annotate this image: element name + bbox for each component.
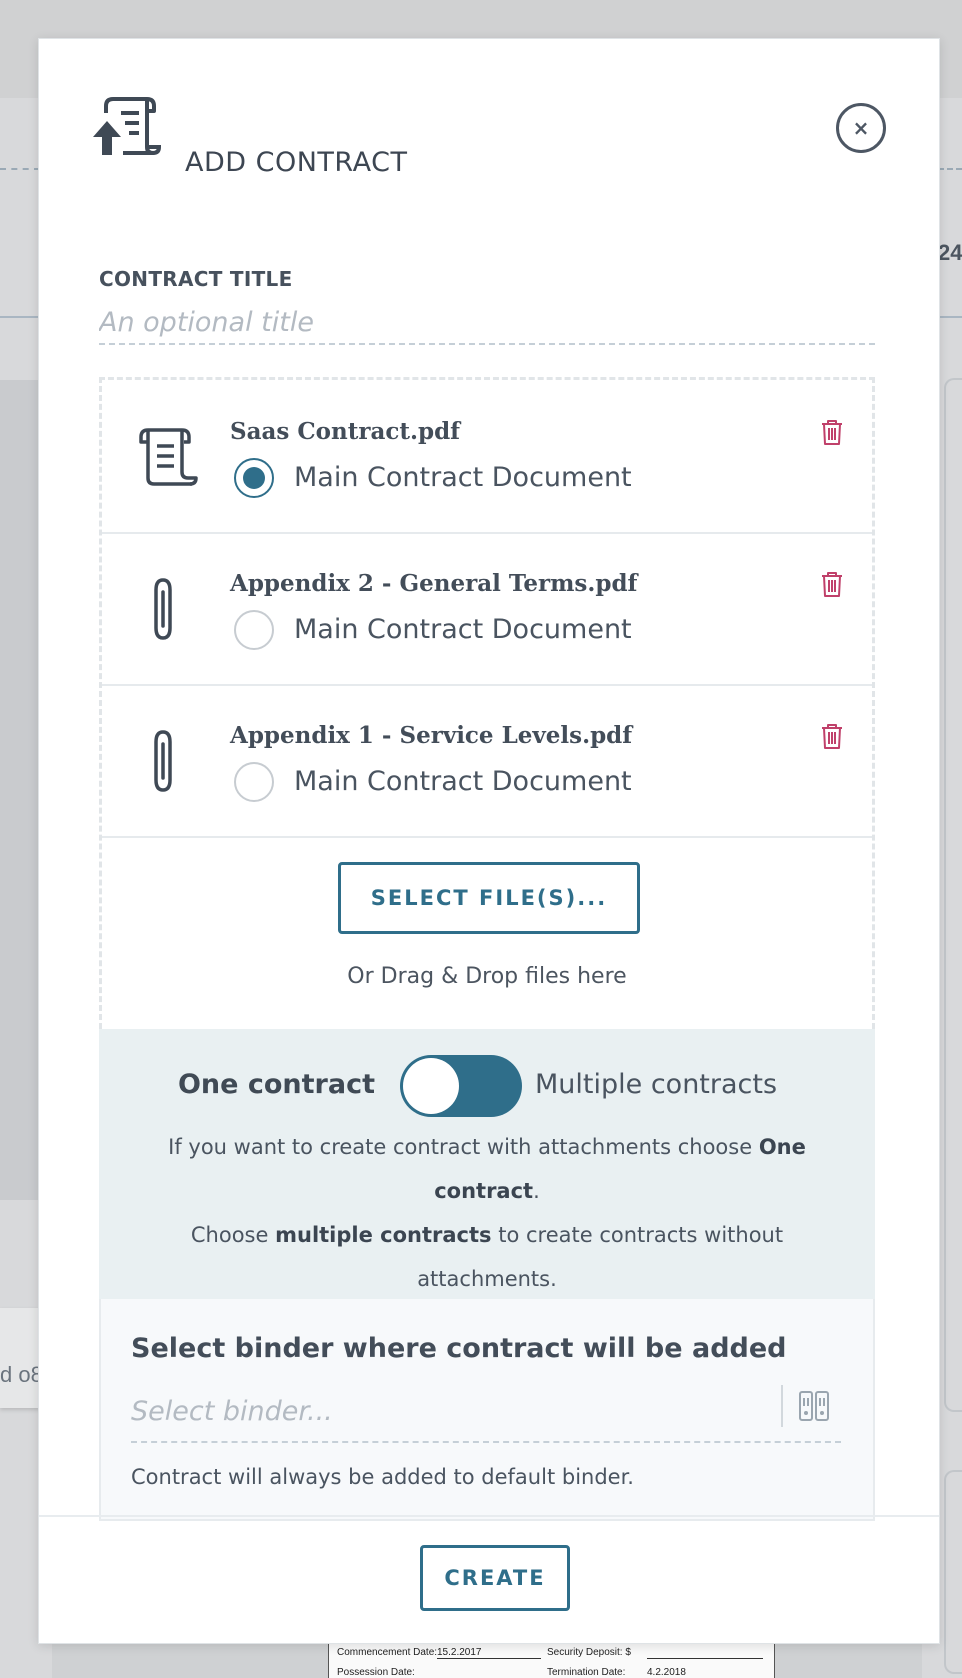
add-contract-modal: ADD CONTRACT × CONTRACT TITLE Saas Contr… [38, 38, 940, 1644]
contract-mode-toggle-row: One contract Multiple contracts [99, 1053, 875, 1117]
binder-note: Contract will always be added to default… [131, 1465, 634, 1489]
background-panel [0, 380, 40, 1200]
help-text: . [533, 1179, 540, 1203]
close-button[interactable]: × [836, 103, 886, 153]
file-drop-zone[interactable]: Saas Contract.pdf Main Contract Document… [99, 377, 875, 1029]
help-text: Choose [190, 1223, 276, 1247]
background-card [0, 1308, 40, 1408]
main-document-label[interactable]: Main Contract Document [294, 614, 632, 645]
contract-title-input[interactable] [99, 301, 875, 345]
main-document-radio[interactable] [234, 762, 274, 802]
trash-icon[interactable] [820, 570, 844, 598]
background-divider [0, 316, 40, 318]
doc-termination-label: Termination Date: [547, 1667, 626, 1678]
trash-icon[interactable] [820, 722, 844, 750]
close-icon: × [852, 116, 870, 140]
background-peek-text: d o8 [0, 1362, 43, 1387]
background-card [944, 378, 962, 1412]
main-document-radio[interactable] [234, 610, 274, 650]
main-document-radio[interactable] [234, 458, 274, 498]
help-bold: multiple contracts [275, 1223, 492, 1247]
file-row: Appendix 1 - Service Levels.pdf Main Con… [102, 684, 872, 838]
switch-knob [403, 1058, 459, 1114]
file-name: Saas Contract.pdf [230, 418, 461, 445]
scroll-icon [139, 428, 198, 486]
file-name: Appendix 2 - General Terms.pdf [230, 570, 638, 597]
select-files-button[interactable]: SELECT FILE(S)... [338, 862, 640, 934]
binder-input-underline [131, 1441, 841, 1443]
doc-security-value [647, 1647, 763, 1659]
one-contract-label[interactable]: One contract [178, 1069, 375, 1100]
binder-select-input[interactable] [131, 1385, 791, 1437]
multiple-contracts-label[interactable]: Multiple contracts [535, 1069, 777, 1100]
file-row: Appendix 2 - General Terms.pdf Main Cont… [102, 532, 872, 686]
help-line-1: If you want to create contract with atta… [139, 1125, 835, 1213]
create-button[interactable]: CREATE [420, 1545, 570, 1611]
help-text: If you want to create contract with atta… [168, 1135, 759, 1159]
modal-footer-divider [39, 1515, 939, 1517]
file-name: Appendix 1 - Service Levels.pdf [230, 722, 633, 749]
background-divider [938, 168, 962, 170]
file-row: Saas Contract.pdf Main Contract Document [102, 380, 872, 534]
contract-mode-help: If you want to create contract with atta… [139, 1125, 835, 1301]
background-peek-text: 24 [938, 240, 962, 265]
contract-title-label: CONTRACT TITLE [99, 267, 293, 291]
paperclip-icon [154, 730, 172, 792]
binder-title: Select binder where contract will be add… [131, 1333, 787, 1364]
background-divider [0, 168, 40, 170]
doc-possession-label: Possession Date: [337, 1667, 415, 1678]
help-line-2: Choose multiple contracts to create cont… [139, 1213, 835, 1301]
main-document-label[interactable]: Main Contract Document [294, 766, 632, 797]
binder-icon[interactable] [797, 1389, 831, 1423]
background-divider [938, 316, 962, 318]
contract-mode-section: One contract Multiple contracts If you w… [99, 1029, 875, 1299]
doc-commencement-label: Commencement Date: [337, 1647, 438, 1658]
binder-section: Select binder where contract will be add… [99, 1299, 875, 1521]
trash-icon[interactable] [820, 418, 844, 446]
background-card [944, 1470, 962, 1674]
doc-commencement-value: 15.2.2017 [437, 1647, 541, 1659]
binder-input-separator [781, 1385, 783, 1427]
modal-title: ADD CONTRACT [185, 147, 408, 178]
scroll-upload-icon [93, 97, 162, 155]
drag-drop-hint: Or Drag & Drop files here [347, 964, 627, 989]
paperclip-icon [154, 578, 172, 640]
contract-mode-switch[interactable] [400, 1055, 522, 1117]
doc-termination-value: 4.2.2018 [647, 1667, 686, 1678]
main-document-label[interactable]: Main Contract Document [294, 462, 632, 493]
doc-security-label: Security Deposit: $ [547, 1647, 631, 1658]
